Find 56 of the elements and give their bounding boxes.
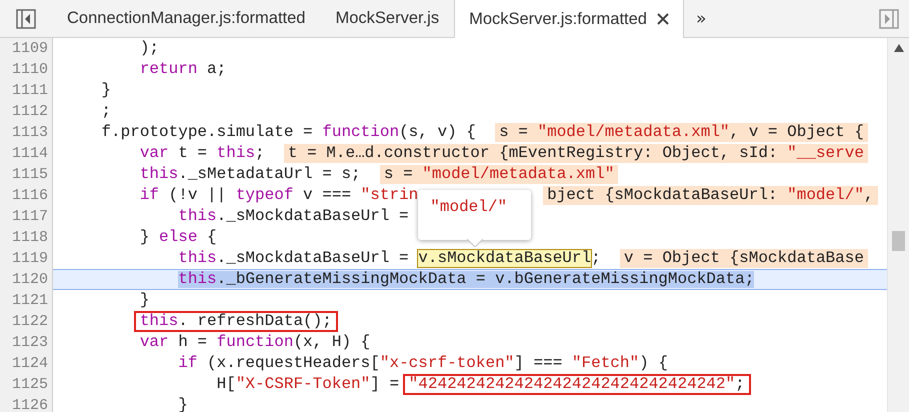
- line-number: 1116: [0, 185, 53, 206]
- code-text: var t = this;: [138, 145, 265, 162]
- code-text: var h = function(x, H) {: [138, 334, 370, 351]
- line-number: 1124: [0, 353, 53, 374]
- code-text: }: [177, 397, 188, 412]
- code-text: this._sMockdataBaseUrl =: [177, 250, 410, 267]
- panel-toggle-icon[interactable]: [879, 8, 899, 28]
- inline-value: s = "model/metadata.xml", v = Object {: [495, 123, 868, 142]
- scroll-thumb[interactable]: [892, 231, 905, 251]
- line-number: 1119: [0, 248, 53, 269]
- sidebar-toggle-icon[interactable]: [16, 8, 36, 28]
- selected-text: this._bGenerateMissingMockData = v.bGenerateMissingMockData;: [178, 271, 754, 288]
- annotation-box: this. refreshData();: [134, 311, 338, 332]
- code-text: this._sMetadataUrl = s;: [138, 166, 361, 183]
- inline-value: s = "model/metadata.xml": [380, 165, 618, 184]
- code-text: }: [100, 82, 112, 99]
- line-number: 1122: [0, 311, 53, 332]
- code-text: );: [138, 40, 160, 57]
- line-number: 1110: [0, 59, 53, 80]
- line-number: 1123: [0, 332, 53, 353]
- line-number: 1126: [0, 395, 53, 412]
- hovered-expression: v.sMockdataBaseUrl: [417, 249, 592, 268]
- line-number: 1115: [0, 164, 53, 185]
- code-text: H["X-CSRF-Token"] =: [216, 376, 400, 393]
- code-text: ;: [100, 103, 112, 120]
- inline-value: bject {sMockdataBaseUrl: "model/",: [543, 186, 878, 205]
- line-number: 1118: [0, 227, 53, 248]
- code-text: f.prototype.simulate = function(s, v) {: [100, 124, 476, 141]
- inline-value: v = Object {sMockdataBase: [620, 249, 868, 268]
- line-number: 1120: [0, 269, 53, 290]
- line-number: 1112: [0, 101, 53, 122]
- annotation-box: "42424242424242424242424242424242";: [402, 374, 751, 395]
- scroll-up-icon[interactable]: [894, 44, 904, 52]
- code-text: }: [138, 292, 150, 309]
- line-number: 1117: [0, 206, 53, 227]
- line-number: 1113: [0, 122, 53, 143]
- line-number: 1121: [0, 290, 53, 311]
- line-number: 1125: [0, 374, 53, 395]
- more-tabs-button[interactable]: »: [684, 0, 718, 37]
- close-icon[interactable]: [656, 13, 669, 25]
- line-number: 1114: [0, 143, 53, 164]
- code-text: } else {: [138, 229, 217, 246]
- file-tab[interactable]: ConnectionManager.js:formatted: [52, 0, 320, 37]
- code-text: if (!v || typeof v === "strin: [138, 187, 418, 204]
- line-number: 1111: [0, 80, 53, 101]
- code-text: if (x.requestHeaders["x-csrf-token"] === "Fetch") {: [177, 355, 668, 372]
- value-tooltip: "model/": [418, 190, 532, 240]
- file-tab[interactable]: MockServer.js:formatted: [454, 0, 684, 38]
- file-tab[interactable]: MockServer.js: [320, 0, 454, 37]
- scrollbar[interactable]: [887, 38, 909, 412]
- code-text: ;: [591, 250, 601, 267]
- line-number: 1109: [0, 38, 53, 59]
- tooltip-pointer-icon: [466, 239, 483, 247]
- code-text: this._sMockdataBaseUrl =: [177, 208, 409, 225]
- inline-value: t = M.e…d.constructor {mEventRegistry: Object, sId: "__serve: [284, 144, 868, 163]
- code-text: return a;: [138, 61, 226, 78]
